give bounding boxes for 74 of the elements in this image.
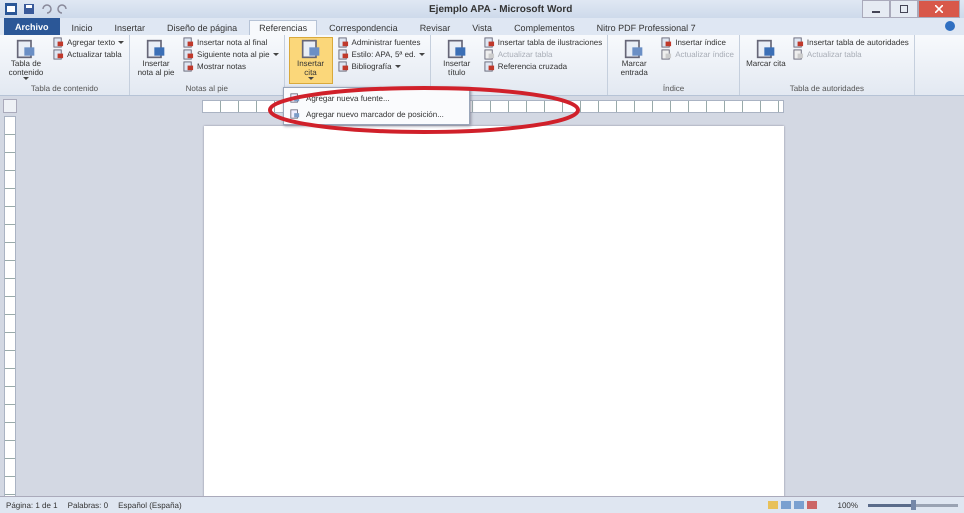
ribbon-button[interactable]: Agregar texto bbox=[52, 37, 126, 48]
ribbon-button[interactable]: Insertar título bbox=[434, 37, 479, 84]
document-icon bbox=[290, 93, 300, 103]
document-icon bbox=[338, 37, 349, 48]
document-icon bbox=[290, 109, 300, 119]
ribbon-button[interactable]: Marcar cita bbox=[744, 37, 788, 84]
document-icon bbox=[338, 61, 349, 72]
ribbon-button[interactable]: Referencia cruzada bbox=[482, 61, 604, 72]
ribbon-tab[interactable]: Complementos bbox=[504, 20, 585, 35]
document-icon bbox=[661, 49, 672, 60]
document-icon bbox=[484, 49, 495, 60]
ribbon-button[interactable]: Marcar entrada bbox=[612, 37, 656, 84]
ribbon-button[interactable]: Insertar tabla de autoridades bbox=[792, 37, 910, 48]
document-icon bbox=[484, 61, 495, 72]
menu-item[interactable]: Agregar nueva fuente... bbox=[284, 90, 469, 106]
ribbon-button[interactable]: Insertar nota al pie bbox=[134, 37, 178, 84]
document-icon bbox=[16, 39, 36, 59]
group-label: Tabla de autoridades bbox=[790, 84, 864, 93]
group-label: Notas al pie bbox=[186, 84, 228, 93]
status-item[interactable]: Español (España) bbox=[118, 500, 182, 510]
maximize-icon bbox=[900, 5, 908, 13]
ribbon-tab[interactable]: Insertar bbox=[104, 20, 156, 35]
ribbon-button[interactable]: Administrar fuentes bbox=[336, 37, 426, 48]
ribbon-button[interactable]: Actualizar tabla bbox=[52, 49, 126, 60]
document-icon bbox=[338, 49, 349, 60]
group-label: Índice bbox=[662, 84, 684, 93]
document-icon bbox=[446, 39, 467, 59]
app-logo-icon bbox=[4, 2, 18, 16]
ribbon-button[interactable]: Insertar tabla de ilustraciones bbox=[482, 37, 604, 48]
ribbon-button[interactable]: Insertar nota al final bbox=[182, 37, 280, 48]
document-icon bbox=[183, 37, 194, 48]
maximize-button[interactable] bbox=[890, 0, 918, 18]
slider-thumb[interactable] bbox=[911, 500, 916, 510]
window-title: Ejemplo APA - Microsoft Word bbox=[429, 4, 574, 14]
status-item[interactable]: Página: 1 de 1 bbox=[6, 500, 58, 510]
ribbon-tab[interactable]: Nitro PDF Professional 7 bbox=[586, 20, 706, 35]
close-button[interactable] bbox=[918, 0, 960, 18]
document-icon bbox=[183, 49, 194, 60]
help-icon[interactable] bbox=[944, 20, 956, 32]
ribbon-button[interactable]: Bibliografía bbox=[336, 61, 426, 72]
redo-icon[interactable] bbox=[57, 3, 69, 15]
ribbon-button[interactable]: Mostrar notas bbox=[182, 61, 280, 72]
document-icon bbox=[756, 39, 776, 59]
minimize-button[interactable] bbox=[862, 0, 890, 18]
ribbon-button[interactable]: Insertar índice bbox=[660, 37, 735, 48]
ribbon-button[interactable]: Estilo: APA, 5ª ed. bbox=[336, 49, 426, 60]
ribbon-button[interactable]: Tabla de contenido bbox=[4, 37, 48, 84]
group-label: Tabla de contenido bbox=[30, 84, 98, 93]
ribbon-button[interactable]: Siguiente nota al pie bbox=[182, 49, 280, 60]
ribbon-button[interactable]: Insertar cita bbox=[288, 37, 333, 84]
document-icon bbox=[53, 49, 64, 60]
ribbon-tab[interactable]: Revisar bbox=[410, 20, 460, 35]
ribbon-tab[interactable]: Vista bbox=[462, 20, 502, 35]
ribbon-tab[interactable]: Diseño de página bbox=[157, 20, 248, 35]
ribbon-tab[interactable]: Referencias bbox=[249, 20, 318, 35]
menu-item[interactable]: Agregar nuevo marcador de posición... bbox=[284, 106, 469, 122]
zoom-level[interactable]: 100% bbox=[838, 500, 858, 510]
document-icon bbox=[183, 61, 194, 72]
document-icon bbox=[300, 39, 321, 59]
status-item[interactable]: Palabras: 0 bbox=[68, 500, 108, 510]
ribbon-tab[interactable]: Correspondencia bbox=[319, 20, 408, 35]
document-icon bbox=[53, 37, 64, 48]
ribbon-tab[interactable]: Inicio bbox=[62, 20, 103, 35]
document-icon bbox=[792, 37, 804, 48]
ribbon-tab[interactable]: Archivo bbox=[4, 18, 60, 35]
document-icon bbox=[484, 37, 495, 48]
document-icon bbox=[661, 37, 672, 48]
document-icon bbox=[624, 39, 644, 59]
close-icon bbox=[935, 5, 943, 13]
document-icon bbox=[792, 49, 804, 60]
undo-icon[interactable] bbox=[40, 3, 52, 15]
save-icon[interactable] bbox=[23, 3, 35, 15]
document-icon bbox=[146, 39, 166, 59]
tab-selector-button[interactable] bbox=[3, 99, 17, 113]
